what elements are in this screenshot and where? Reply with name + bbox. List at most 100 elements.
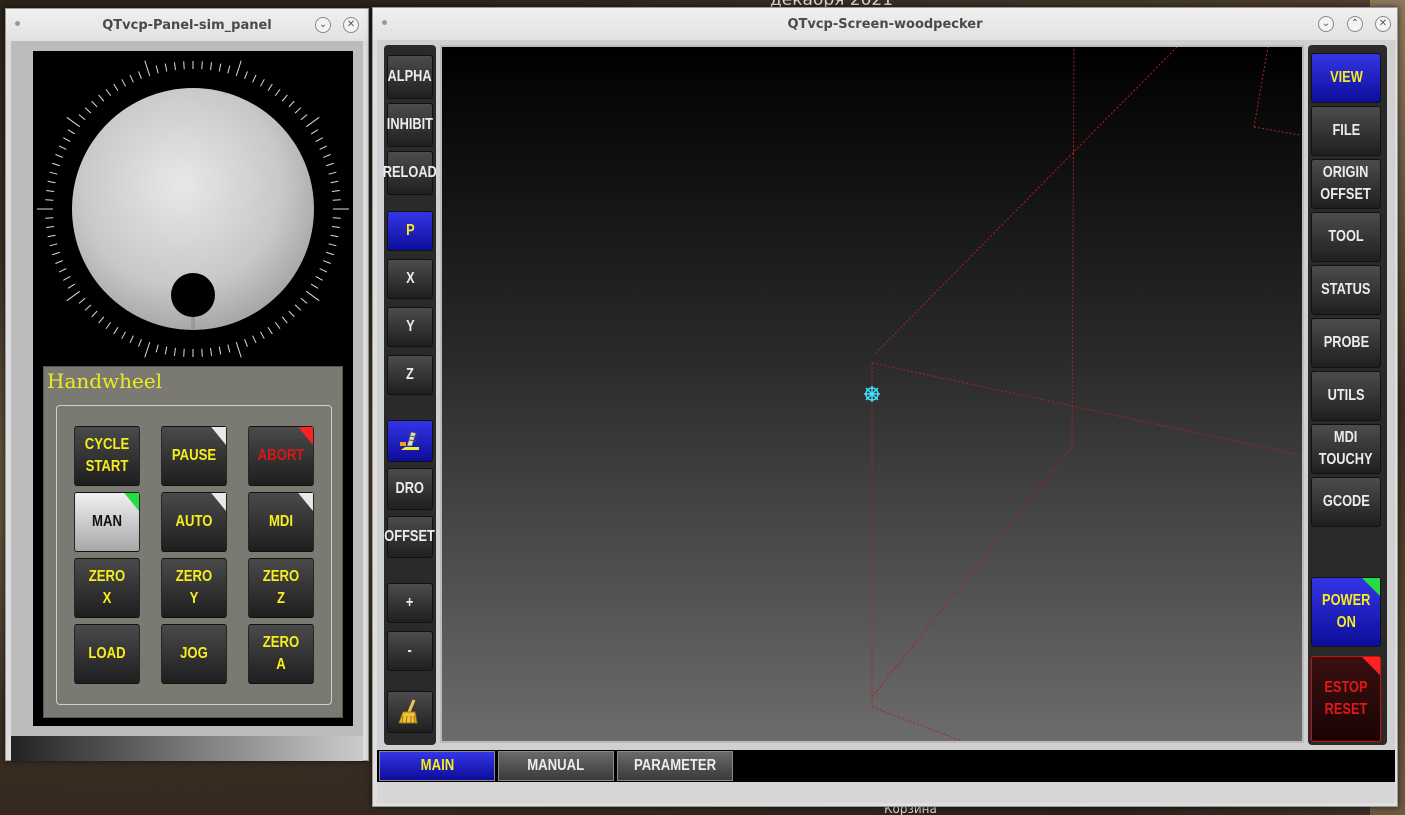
dial-tick	[55, 154, 64, 158]
inhibit-button[interactable]: INHIBIT	[387, 103, 433, 147]
dial-tick	[45, 199, 54, 201]
dial-tick	[47, 180, 56, 184]
alpha-button[interactable]: ALPHA	[387, 55, 433, 99]
probe-button[interactable]: PROBE	[1311, 318, 1381, 368]
dial-tick	[310, 283, 319, 289]
handwheel-group: Handwheel CYCLE START PAUSE ABORT MAN AU…	[43, 366, 343, 718]
view-x-label: X	[405, 269, 415, 287]
offset-button[interactable]: OFFSET	[384, 516, 436, 558]
dial-tick	[47, 234, 56, 238]
handwheel-title: Handwheel	[47, 369, 163, 393]
jog-button[interactable]: JOG	[161, 624, 227, 684]
close-icon: ✕	[346, 19, 356, 30]
dial-tick	[173, 347, 176, 356]
alpha-label: ALPHA	[387, 67, 433, 85]
pause-button[interactable]: PAUSE	[161, 426, 227, 486]
mdi-button[interactable]: MDI	[248, 492, 314, 552]
zero-x-label: ZERO X	[88, 568, 126, 607]
dial-tick	[218, 346, 222, 355]
clear-plot-button[interactable]	[387, 691, 433, 733]
window-menu-icon[interactable]	[15, 21, 20, 26]
view-x-button[interactable]: X	[387, 259, 433, 299]
dial-tick	[52, 251, 61, 256]
load-button[interactable]: LOAD	[74, 624, 140, 684]
dial-tick	[58, 268, 67, 273]
broom-icon	[398, 699, 418, 724]
mdi-touchy-button[interactable]: MDI TOUCHY	[1311, 424, 1381, 474]
file-button[interactable]: FILE	[1311, 106, 1381, 156]
view-p-button[interactable]: P	[387, 211, 433, 251]
dial-tick	[281, 94, 288, 102]
tab-manual[interactable]: MANUAL	[498, 751, 614, 781]
toolpath-preview	[864, 47, 1301, 741]
home-machine-button[interactable]	[387, 420, 433, 462]
dial-tick	[281, 316, 288, 324]
status-button[interactable]: STATUS	[1311, 265, 1381, 315]
zero-y-button[interactable]: ZERO Y	[161, 558, 227, 618]
abort-button[interactable]: ABORT	[248, 426, 314, 486]
panel-resize-grip[interactable]	[11, 736, 363, 761]
zoom-out-label: -	[407, 641, 413, 659]
gcode-label: GCODE	[1322, 492, 1370, 510]
tool-label: TOOL	[1328, 227, 1364, 245]
view-button[interactable]: VIEW	[1311, 53, 1381, 103]
auto-button[interactable]: AUTO	[161, 492, 227, 552]
cycle-start-button[interactable]: CYCLE START	[74, 426, 140, 486]
utils-button[interactable]: UTILS	[1311, 371, 1381, 421]
dial-tick	[331, 189, 340, 192]
dro-button[interactable]: DRO	[387, 468, 433, 510]
dial-tick	[113, 326, 119, 335]
zoom-in-label: +	[406, 593, 414, 611]
origin-offset-button[interactable]: ORIGIN OFFSET	[1311, 159, 1381, 209]
pause-label: PAUSE	[171, 447, 217, 465]
right-toolbar: VIEW FILE ORIGIN OFFSET TOOL STATUS PROB…	[1308, 45, 1387, 745]
maximize-button[interactable]: ⌃	[1347, 16, 1363, 32]
close-button[interactable]: ✕	[1375, 16, 1391, 32]
gcode-graphics-view[interactable]	[440, 45, 1304, 743]
tool-button[interactable]: TOOL	[1311, 212, 1381, 262]
power-on-button[interactable]: POWER ON	[1311, 577, 1381, 647]
dial-tick	[105, 321, 112, 330]
zero-a-button[interactable]: ZERO A	[248, 624, 314, 684]
view-z-button[interactable]: Z	[387, 355, 433, 395]
zoom-in-button[interactable]: +	[387, 583, 433, 623]
handwheel-dial[interactable]	[33, 51, 353, 366]
minimize-button[interactable]: ⌄	[315, 17, 331, 33]
gcode-button[interactable]: GCODE	[1311, 477, 1381, 527]
tab-parameter[interactable]: PARAMETER	[617, 751, 733, 781]
reload-button[interactable]: RELOAD	[383, 151, 437, 195]
close-button[interactable]: ✕	[343, 17, 359, 33]
dial-tick	[52, 162, 61, 167]
main-titlebar[interactable]: QTvcp-Screen-woodpecker ⌄ ⌃ ✕	[373, 8, 1397, 40]
view-y-button[interactable]: Y	[387, 307, 433, 347]
estop-reset-button[interactable]: ESTOP RESET	[1311, 656, 1381, 742]
dial-tick	[322, 154, 331, 158]
dial-tick	[294, 304, 302, 311]
dial-tick	[144, 60, 151, 77]
zoom-out-button[interactable]: -	[387, 631, 433, 671]
dial-tick	[322, 260, 331, 264]
man-button[interactable]: MAN	[74, 492, 140, 552]
dial-tick	[328, 171, 337, 175]
minimize-button[interactable]: ⌄	[1318, 16, 1334, 32]
dial-tick	[67, 129, 76, 135]
jog-label: JOG	[180, 645, 208, 663]
dial-tick	[227, 65, 231, 74]
dro-label: DRO	[395, 479, 425, 497]
zero-z-button[interactable]: ZERO Z	[248, 558, 314, 618]
panel-window: QTvcp-Panel-sim_panel ⌄ ✕ Handwheel CYCL…	[5, 8, 369, 761]
dial-tick	[164, 346, 168, 355]
abort-label: ABORT	[257, 447, 305, 465]
offset-label: OFFSET	[384, 527, 436, 545]
zero-x-button[interactable]: ZERO X	[74, 558, 140, 618]
dial-tick	[121, 79, 126, 87]
dial-tick	[67, 283, 76, 289]
window-menu-icon[interactable]	[382, 20, 387, 25]
inhibit-label: INHIBIT	[386, 115, 434, 133]
panel-titlebar[interactable]: QTvcp-Panel-sim_panel ⌄ ✕	[6, 9, 368, 41]
left-toolbar: ALPHA INHIBIT RELOAD P X Y Z DRO OFFSET …	[383, 45, 437, 745]
dial-tick	[129, 335, 134, 344]
tab-main[interactable]: MAIN	[379, 751, 495, 781]
close-icon: ✕	[1378, 18, 1388, 29]
origin-offset-label: ORIGIN OFFSET	[1320, 163, 1372, 203]
